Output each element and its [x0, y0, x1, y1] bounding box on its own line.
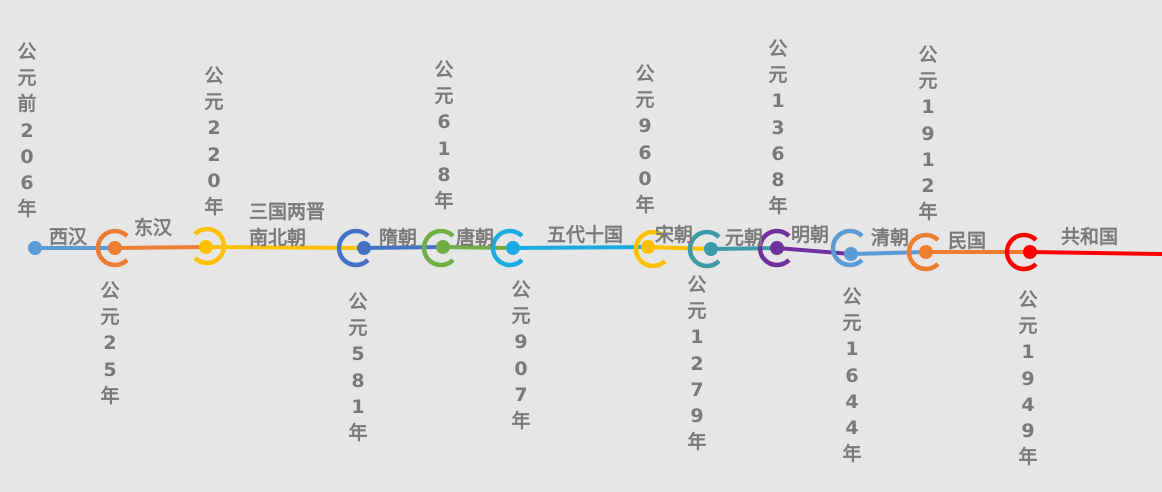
dynasty-start-dot: [28, 241, 42, 255]
timeline-segment: [1028, 250, 1162, 256]
date-label-1368: 公元1368年: [768, 38, 788, 218]
dynasty-start-dot: [704, 242, 718, 256]
date-label-581: 公元581年: [348, 291, 368, 445]
dynasty-start-dot: [108, 241, 122, 255]
date-label-1644: 公元1644年: [842, 286, 862, 466]
date-label-1279: 公元1279年: [687, 274, 707, 454]
dynasty-label-wudai-shiguo: 五代十国: [547, 224, 624, 246]
dynasty-start-dot: [199, 240, 213, 254]
timeline-segment: [113, 245, 208, 250]
dynasty-start-dot: [844, 247, 858, 261]
dynasty-label-tangchao: 唐朝: [456, 227, 495, 249]
dynasty-start-dot: [770, 241, 784, 255]
date-label-206bc: 公元前206年: [17, 41, 37, 221]
dynasty-timeline: 西汉 东汉 三国两晋南北朝 隋朝 唐朝 五代十国 宋朝 元朝 明朝 清朝 民国 …: [0, 0, 1162, 488]
timeline-segment: [646, 245, 713, 251]
dynasty-label-songchao: 宋朝: [655, 224, 694, 246]
timeline-segment: [849, 250, 928, 256]
dynasty-label-suichao: 隋朝: [379, 227, 418, 249]
date-label-907: 公元907年: [511, 279, 531, 433]
dynasty-start-dot: [919, 245, 933, 259]
date-label-960: 公元960年: [635, 63, 655, 217]
dynasty-label-donghan: 东汉: [134, 217, 173, 239]
date-label-25: 公元25年: [100, 280, 120, 407]
date-label-220: 公元220年: [204, 65, 224, 219]
dynasty-label-yuanchao: 元朝: [725, 227, 764, 249]
dynasty-start-dot: [436, 240, 450, 254]
dynasty-label-minguo: 民国: [948, 230, 987, 252]
date-label-1912: 公元1912年: [918, 44, 938, 224]
dynasty-label-gongheguo: 共和国: [1061, 226, 1119, 248]
dynasty-label-xihan: 西汉: [49, 226, 88, 248]
date-label-1949: 公元1949年: [1018, 289, 1038, 469]
dynasty-label-qingchao: 清朝: [871, 227, 910, 249]
dynasty-start-dot: [641, 240, 655, 254]
date-label-618: 公元618年: [434, 59, 454, 213]
dynasty-start-dot: [357, 241, 371, 255]
dynasty-label-sanguo-liangjin-nanbeichao: 三国两晋南北朝: [249, 201, 326, 249]
dynasty-start-dot: [1023, 245, 1037, 259]
timeline-segment: [511, 245, 650, 250]
dynasty-label-mingchao: 明朝: [791, 224, 830, 246]
timeline-segment: [775, 246, 853, 256]
dynasty-start-dot: [506, 241, 520, 255]
